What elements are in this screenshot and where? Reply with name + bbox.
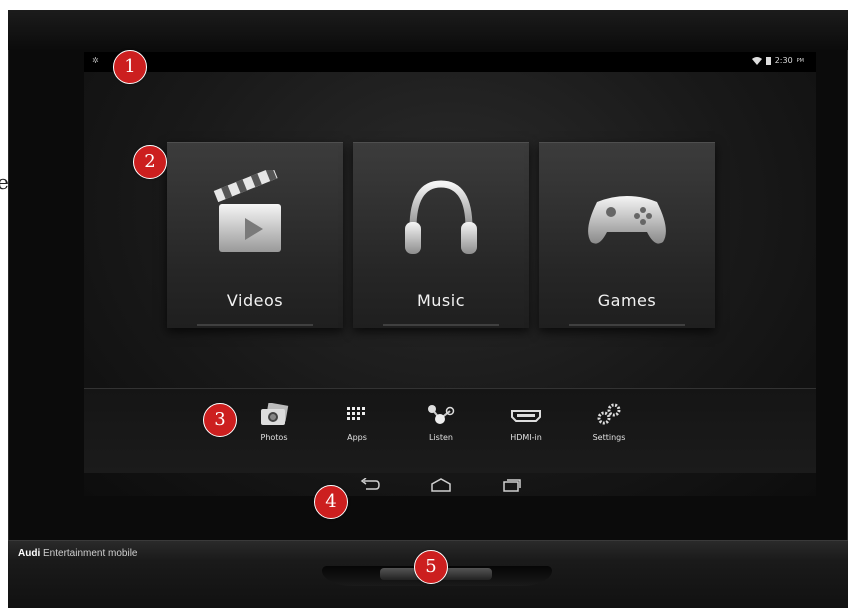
headphones-icon	[405, 180, 477, 254]
brand-prefix: Audi	[18, 548, 41, 559]
photos-icon	[261, 403, 289, 425]
clapperboard-icon	[213, 170, 281, 252]
tile-underline	[569, 324, 685, 326]
dock-item-apps[interactable]: Apps	[327, 403, 387, 442]
apps-grid-icon	[347, 407, 365, 420]
bezel-top	[8, 10, 848, 50]
dock-item-photos[interactable]: Photos	[244, 403, 304, 442]
battery-icon	[765, 56, 771, 65]
dock-item-settings[interactable]: Settings	[579, 403, 639, 442]
status-ampm: PM	[796, 57, 804, 64]
app-dock: Photos Apps Listen HDMI-in Settings	[84, 388, 816, 473]
dock-label: Apps	[347, 433, 367, 442]
home-icon[interactable]	[430, 478, 452, 492]
tile-label: Music	[416, 291, 466, 310]
wifi-icon	[751, 56, 762, 65]
callout-marker-2: 2	[133, 145, 167, 179]
screen: ✲ 2:30 PM Videos Music Games Photos Apps…	[84, 52, 816, 496]
status-time: 2:30	[774, 56, 793, 65]
hdmi-port-icon	[511, 410, 541, 422]
notification-icon: ✲	[92, 56, 99, 65]
navigation-bar	[84, 472, 816, 496]
brand-suffix: Entertainment mobile	[43, 548, 138, 559]
tile-videos[interactable]: Videos	[167, 142, 343, 328]
back-icon[interactable]	[360, 478, 380, 492]
tile-underline	[197, 324, 313, 326]
dock-label: HDMI-in	[510, 433, 542, 442]
callout-marker-4: 4	[314, 485, 348, 519]
tile-label: Videos	[226, 291, 284, 310]
share-nodes-icon	[428, 405, 455, 424]
dock-label: Listen	[429, 433, 453, 442]
tile-music[interactable]: Music	[353, 142, 529, 328]
recent-apps-icon[interactable]	[502, 478, 522, 492]
tile-underline	[383, 324, 499, 326]
status-bar: ✲ 2:30 PM	[84, 52, 816, 72]
dock-label: Photos	[260, 433, 288, 442]
tile-games[interactable]: Games	[539, 142, 715, 328]
status-indicators: 2:30 PM	[751, 56, 804, 65]
dock-label: Settings	[592, 433, 626, 442]
tile-label: Games	[597, 291, 657, 310]
gears-icon	[597, 403, 621, 425]
callout-marker-1: 1	[113, 50, 147, 84]
callout-marker-5: 5	[414, 550, 448, 584]
brand-logo-text: Audi Entertainment mobile	[18, 548, 138, 559]
dock-item-listen[interactable]: Listen	[411, 403, 471, 442]
callout-marker-3: 3	[203, 403, 237, 437]
dock-item-hdmi[interactable]: HDMI-in	[496, 403, 556, 442]
gamepad-icon	[588, 196, 666, 244]
